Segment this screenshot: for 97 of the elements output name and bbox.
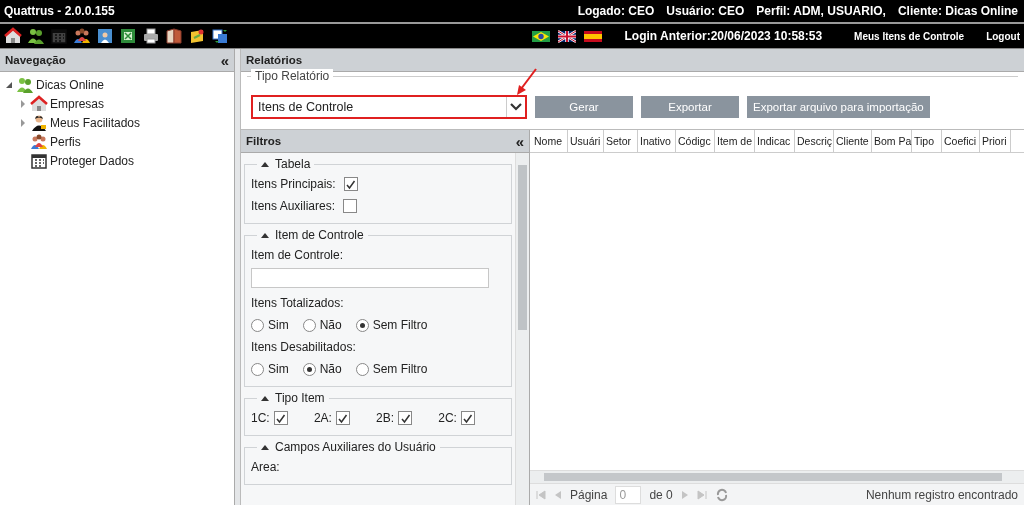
group-icon <box>73 27 91 45</box>
collapse-button[interactable]: « <box>220 52 229 68</box>
checkbox[interactable] <box>273 411 288 425</box>
field-label: Area: <box>251 460 280 474</box>
radio-button[interactable] <box>355 318 369 332</box>
house-icon <box>30 94 48 113</box>
tag-icon <box>188 27 206 45</box>
book-icon <box>165 27 183 45</box>
radio-label: Não <box>319 318 342 332</box>
group-legend: Item de Controle <box>275 228 364 242</box>
collapse-arrow-icon[interactable] <box>5 80 13 89</box>
people-icon <box>16 75 34 94</box>
chevron-down-icon[interactable] <box>510 103 522 111</box>
panel-title: Filtros <box>246 135 282 147</box>
refresh-icon[interactable] <box>714 488 729 502</box>
radio-button[interactable] <box>251 318 264 332</box>
collapse-arrow-icon[interactable] <box>261 232 269 238</box>
column-header[interactable]: Bom Pa <box>872 130 912 152</box>
column-header[interactable]: Setor <box>604 130 638 152</box>
status-text: Nenhum registro encontrado <box>865 488 1018 502</box>
field-label: Item de Controle: <box>251 248 344 262</box>
column-header[interactable]: Item de <box>715 130 755 152</box>
collapse-arrow-icon[interactable] <box>261 444 269 450</box>
column-header[interactable]: Nome <box>532 130 568 152</box>
panel-title: Navegação <box>5 54 66 66</box>
radio-label: Sem Filtro <box>372 318 428 332</box>
expand-arrow-icon[interactable] <box>19 99 27 108</box>
checkbox-label: 2B: <box>376 411 395 425</box>
scrollbar[interactable] <box>530 470 1024 483</box>
tree-item[interactable]: Perfis <box>50 134 81 149</box>
radio-label: Sim <box>268 318 289 332</box>
checkbox[interactable] <box>460 411 475 425</box>
page-label: Página <box>570 488 608 502</box>
group-legend: Tipo Item <box>275 391 325 405</box>
checkbox-label: 2A: <box>313 411 332 425</box>
windows-icon <box>211 27 229 45</box>
radio-label: Sim <box>268 362 289 376</box>
session-info: Logado: CEO <box>577 4 655 18</box>
people-icon <box>27 27 45 45</box>
group-legend: Campos Auxiliares do Usuário <box>275 440 436 454</box>
checkbox[interactable] <box>335 411 350 425</box>
collapse-arrow-icon[interactable] <box>261 395 269 401</box>
radio-button[interactable] <box>251 362 264 376</box>
field-label: Itens Auxiliares: <box>251 199 336 213</box>
field-label: Itens Desabilitados: <box>251 340 356 354</box>
radio-label: Não <box>319 362 342 376</box>
page-count: de 0 <box>649 488 673 502</box>
header-link[interactable]: Meus Itens de Controle <box>854 30 965 42</box>
radio-button[interactable] <box>302 362 316 376</box>
printer-icon <box>142 27 160 45</box>
checkbox[interactable] <box>343 177 358 191</box>
column-header[interactable]: Cliente <box>834 130 872 152</box>
expand-arrow-icon[interactable] <box>19 118 27 127</box>
field-label: Itens Principais: <box>251 177 336 191</box>
annotation-arrow <box>515 67 539 97</box>
column-header[interactable]: Coefici <box>942 130 980 152</box>
window-title: Quattrus - 2.0.0.155 <box>4 4 115 18</box>
session-info: Usuário: CEO <box>666 4 745 18</box>
session-info: Cliente: Dicas Online <box>897 4 1018 18</box>
session-info: Perfil: ADM, USUARIO, <box>756 4 886 18</box>
group-legend: Tabela <box>275 157 311 171</box>
report-type-dropdown[interactable]: Itens de Controle <box>251 95 527 119</box>
scrollbar[interactable] <box>515 153 529 505</box>
panel-title: Relatórios <box>246 54 303 66</box>
calendar-icon <box>50 27 68 45</box>
group-legend: Tipo Relatório <box>251 69 334 83</box>
input-field[interactable] <box>251 268 489 288</box>
tree-item[interactable]: Dicas Online <box>36 77 105 92</box>
calendar-icon <box>30 151 48 170</box>
checkbox-label: 2C: <box>438 411 457 425</box>
portrait-icon <box>96 27 114 45</box>
column-header[interactable]: Inativo <box>638 130 676 152</box>
spreadsheet-icon <box>119 27 137 45</box>
group-icon <box>30 132 48 151</box>
collapse-button[interactable]: « <box>515 133 524 149</box>
radio-button[interactable] <box>355 362 369 376</box>
checkbox[interactable] <box>343 199 358 213</box>
column-header[interactable]: Priori <box>980 130 1011 152</box>
field-label: Itens Totalizados: <box>251 296 344 310</box>
uk-flag-icon <box>558 27 577 45</box>
last-login: Login Anterior:20/06/2023 10:58:53 <box>624 29 823 43</box>
column-header[interactable]: Usuári <box>568 130 604 152</box>
tree-item[interactable]: Proteger Dados <box>50 153 135 168</box>
column-header[interactable]: Códigc <box>676 130 715 152</box>
column-header[interactable]: Tipo <box>912 130 942 152</box>
tree-item[interactable]: Empresas <box>50 96 105 111</box>
checkbox-label: 1C: <box>251 411 270 425</box>
house-icon <box>4 27 22 45</box>
collapse-arrow-icon[interactable] <box>261 161 269 167</box>
column-header[interactable]: Descriç <box>795 130 834 152</box>
tree-item[interactable]: Meus Facilitados <box>50 115 141 130</box>
checkbox[interactable] <box>398 411 413 425</box>
person-icon <box>30 113 48 132</box>
column-header[interactable]: Indicac <box>755 130 795 152</box>
header-link[interactable]: Logout <box>986 30 1020 42</box>
radio-button[interactable] <box>302 318 316 332</box>
radio-label: Sem Filtro <box>372 362 428 376</box>
